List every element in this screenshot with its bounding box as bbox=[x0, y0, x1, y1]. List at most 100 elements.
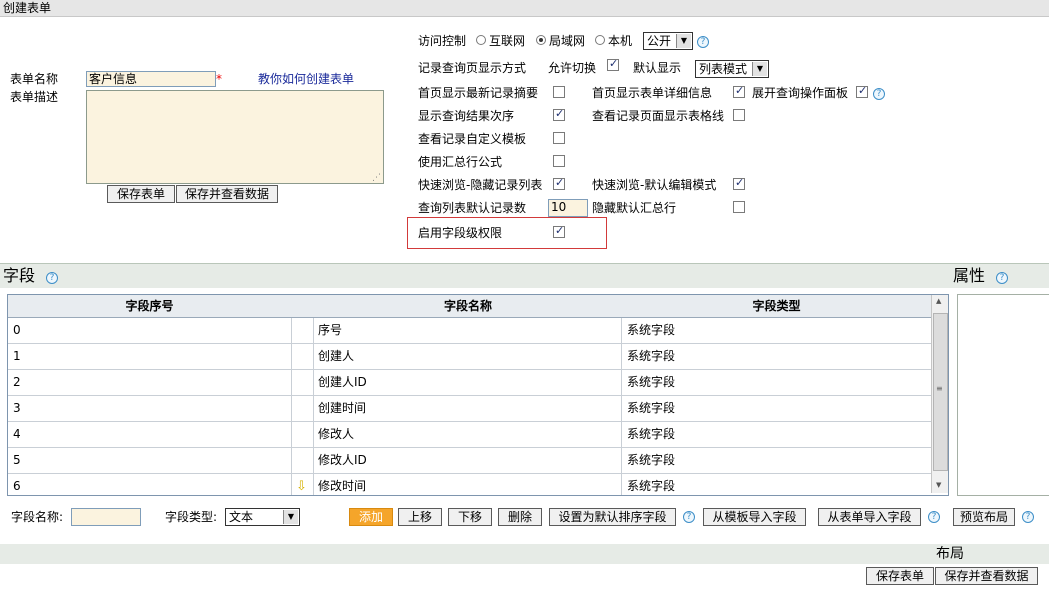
setting-checkbox[interactable] bbox=[733, 201, 745, 213]
field-type-cell: 系统字段 bbox=[627, 349, 676, 363]
field-id-cell: 1 bbox=[13, 349, 21, 363]
setting-label: 快速浏览-隐藏记录列表 bbox=[418, 178, 543, 192]
default-display-select[interactable]: 列表模式 ▼ bbox=[695, 60, 769, 78]
save-and-view-button[interactable]: 保存并查看数据 bbox=[176, 185, 278, 203]
table-row[interactable]: 3 创建时间 系统字段 bbox=[8, 396, 931, 422]
field-type-select[interactable]: 文本 ▼ bbox=[225, 508, 300, 526]
table-row[interactable]: 4 修改人 系统字段 bbox=[8, 422, 931, 448]
move-up-button[interactable]: 上移 bbox=[398, 508, 442, 526]
allow-switch-checkbox[interactable] bbox=[607, 57, 619, 71]
help-icon[interactable]: ? bbox=[46, 272, 58, 284]
help-icon[interactable]: ? bbox=[873, 88, 885, 100]
column-header[interactable]: 字段名称 bbox=[314, 295, 622, 317]
default-display-label: 默认显示 bbox=[633, 61, 682, 75]
column-header[interactable]: 字段类型 bbox=[622, 295, 931, 317]
fields-grid: 字段序号 字段名称 字段类型 0 序号 系统字段 1 创建人 系统字段 2 创建… bbox=[7, 294, 949, 496]
setting-checkbox[interactable] bbox=[733, 84, 745, 98]
setting-checkbox[interactable] bbox=[553, 86, 565, 98]
field-permission-label: 启用字段级权限 bbox=[418, 226, 503, 240]
table-row[interactable]: 1 创建人 系统字段 bbox=[8, 344, 931, 370]
setting-label: 快速浏览-默认编辑模式 bbox=[592, 178, 717, 192]
access-internet-label: 互联网 bbox=[489, 34, 526, 48]
table-row[interactable]: 6 ⇩ 修改时间 系统字段 bbox=[8, 474, 931, 495]
field-id-cell: 0 bbox=[13, 323, 21, 337]
setting-label: 隐藏默认汇总行 bbox=[592, 201, 677, 215]
save-form-button[interactable]: 保存表单 bbox=[107, 185, 175, 203]
form-desc-label: 表单描述 bbox=[10, 90, 59, 104]
move-down-arrow-icon[interactable]: ⇩ bbox=[296, 474, 307, 495]
access-local-radio[interactable] bbox=[595, 35, 605, 45]
field-type-cell: 系统字段 bbox=[627, 453, 676, 467]
field-type-value: 文本 bbox=[229, 510, 254, 524]
visibility-select[interactable]: 公开 ▼ bbox=[643, 32, 693, 50]
move-down-button[interactable]: 下移 bbox=[448, 508, 492, 526]
grid-scrollbar[interactable]: ▲ ≡ ▼ bbox=[931, 295, 948, 493]
form-desc-textarea[interactable]: ⋰ bbox=[86, 90, 384, 184]
properties-panel bbox=[957, 294, 1049, 496]
access-internet-radio[interactable] bbox=[476, 35, 486, 45]
field-id-cell: 2 bbox=[13, 375, 21, 389]
chevron-down-icon: ▼ bbox=[283, 510, 298, 524]
field-name-input[interactable] bbox=[71, 508, 141, 526]
setting-checkbox[interactable] bbox=[856, 84, 868, 98]
setting-checkbox[interactable] bbox=[553, 107, 565, 121]
field-id-cell: 3 bbox=[13, 401, 21, 415]
import-from-form-button[interactable]: 从表单导入字段 bbox=[818, 508, 921, 526]
field-name-label: 字段名称: bbox=[11, 510, 64, 524]
setting-label: 使用汇总行公式 bbox=[418, 155, 503, 169]
visibility-value: 公开 bbox=[647, 34, 672, 48]
chevron-down-icon: ▼ bbox=[752, 62, 767, 76]
table-row[interactable]: 2 创建人ID 系统字段 bbox=[8, 370, 931, 396]
chevron-down-icon: ▼ bbox=[676, 34, 691, 48]
field-id-cell: 6 bbox=[13, 479, 21, 493]
help-icon[interactable]: ? bbox=[996, 272, 1008, 284]
column-header[interactable]: 字段序号 bbox=[8, 295, 291, 317]
default-record-count-input[interactable]: 10 bbox=[548, 199, 588, 217]
setting-label: 首页显示最新记录摘要 bbox=[418, 86, 539, 100]
setting-checkbox[interactable] bbox=[553, 176, 565, 190]
setting-label: 首页显示表单详细信息 bbox=[592, 86, 713, 100]
setting-label: 查看记录自定义模板 bbox=[418, 132, 527, 146]
field-permission-checkbox[interactable] bbox=[553, 224, 565, 238]
save-form-button-bottom[interactable]: 保存表单 bbox=[866, 567, 934, 585]
field-name-cell: 创建人 bbox=[318, 349, 355, 363]
field-name-cell: 修改人 bbox=[318, 427, 355, 441]
add-field-button[interactable]: 添加 bbox=[349, 508, 393, 526]
setting-checkbox[interactable] bbox=[733, 176, 745, 190]
preview-layout-button[interactable]: 预览布局 bbox=[953, 508, 1015, 526]
scroll-up-icon[interactable]: ▲ bbox=[936, 297, 941, 305]
field-type-cell: 系统字段 bbox=[627, 401, 676, 415]
table-row[interactable]: 5 修改人ID 系统字段 bbox=[8, 448, 931, 474]
field-id-cell: 4 bbox=[13, 427, 21, 441]
form-name-input[interactable]: 客户信息 bbox=[86, 71, 216, 87]
field-id-cell: 5 bbox=[13, 453, 21, 467]
help-icon[interactable]: ? bbox=[1022, 511, 1034, 523]
fields-section-title: 字段 bbox=[3, 266, 36, 285]
setting-checkbox[interactable] bbox=[553, 132, 565, 144]
field-name-cell: 创建人ID bbox=[318, 375, 367, 389]
field-type-cell: 系统字段 bbox=[627, 427, 676, 441]
setting-checkbox[interactable] bbox=[553, 155, 565, 167]
help-icon[interactable]: ? bbox=[928, 511, 940, 523]
field-name-cell: 修改时间 bbox=[318, 479, 367, 493]
access-lan-radio[interactable] bbox=[536, 35, 546, 45]
properties-title: 属性 bbox=[953, 266, 986, 285]
field-name-cell: 修改人ID bbox=[318, 453, 367, 467]
form-name-label: 表单名称 bbox=[10, 72, 59, 86]
scroll-down-icon[interactable]: ▼ bbox=[936, 481, 941, 489]
set-default-sort-button[interactable]: 设置为默认排序字段 bbox=[549, 508, 676, 526]
fields-section-bar bbox=[0, 264, 1049, 288]
scroll-thumb[interactable]: ≡ bbox=[933, 313, 948, 471]
help-create-form-link[interactable]: 教你如何创建表单 bbox=[258, 70, 354, 87]
help-icon[interactable]: ? bbox=[683, 511, 695, 523]
layout-title: 布局 bbox=[936, 546, 964, 562]
save-and-view-button-bottom[interactable]: 保存并查看数据 bbox=[935, 567, 1038, 585]
help-icon[interactable]: ? bbox=[697, 36, 709, 48]
table-row[interactable]: 0 序号 系统字段 bbox=[8, 318, 931, 344]
resize-grip-icon[interactable]: ⋰ bbox=[372, 173, 381, 183]
field-type-cell: 系统字段 bbox=[627, 375, 676, 389]
setting-label: 查看记录页面显示表格线 bbox=[592, 109, 725, 123]
delete-field-button[interactable]: 删除 bbox=[498, 508, 542, 526]
import-from-template-button[interactable]: 从模板导入字段 bbox=[703, 508, 806, 526]
setting-checkbox[interactable] bbox=[733, 109, 745, 121]
